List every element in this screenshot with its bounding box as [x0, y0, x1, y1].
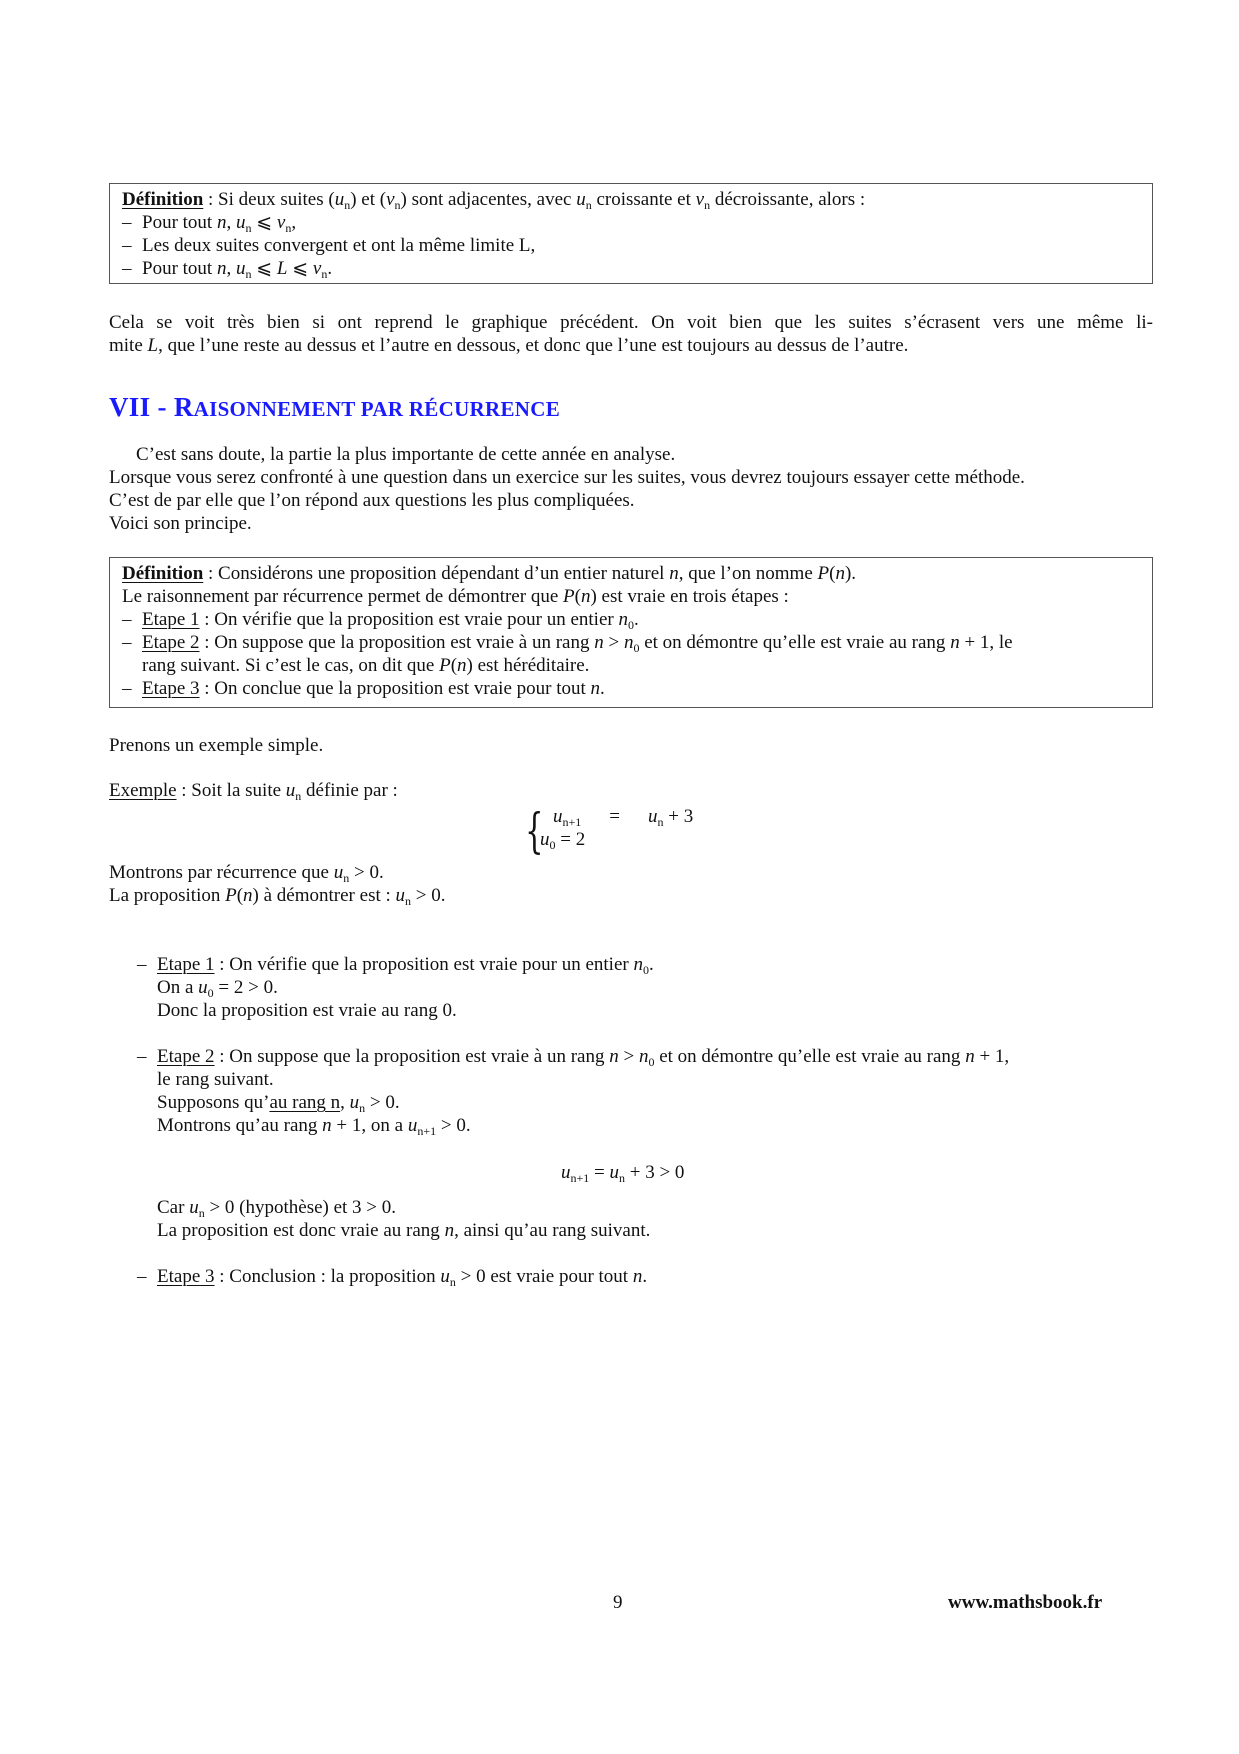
proof-step-1-line-3: Donc la proposition est vraie au rang 0. — [157, 1000, 457, 1021]
proof-justification: Car un > 0 (hypothèse) et 3 > 0. — [157, 1197, 397, 1220]
definition-item-2: – Les deux suites convergent et ont la mê… — [122, 235, 536, 256]
paragraph-graph-explanation: Cela se voit très bien si ont reprend le… — [109, 312, 1153, 356]
proof-heredity-conclusion: La proposition est donc vraie au rang n,… — [157, 1220, 651, 1241]
definition-step-1: – Etape 1 : On vérifie que la proposition… — [122, 609, 639, 632]
document-page: Définition : Si deux suites (un) et (vn)… — [0, 0, 1239, 1754]
example-statement: Exemple : Soit la suite un définie par : — [109, 780, 398, 803]
proof-step-3: – Etape 3 : Conclusion : la proposition u… — [137, 1266, 648, 1289]
proposition-statement: La proposition P(n) à démontrer est : un… — [109, 885, 446, 908]
proof-step-2-line-3: Supposons qu’au rang n, un > 0. — [157, 1092, 400, 1115]
definition-label: Définition — [122, 189, 204, 210]
definition-intro: Définition : Si deux suites (un) et (vn)… — [122, 189, 866, 212]
system-row-1: un+1 = un + 3 — [553, 806, 694, 829]
page-number: 9 — [613, 1592, 623, 1613]
definition-box-adjacent-sequences: Définition : Si deux suites (un) et (vn)… — [109, 183, 1153, 284]
definition-box-induction: Définition : Considérons une proposition… — [109, 557, 1153, 708]
definition-item-1: – Pour tout n, un ⩽ vn, — [122, 212, 297, 235]
proof-step-2-line-2: le rang suivant. — [157, 1069, 274, 1090]
example-label: Exemple — [109, 780, 177, 801]
website-link[interactable]: www.mathsbook.fr — [948, 1591, 1102, 1614]
example-lead: Prenons un exemple simple. — [109, 735, 324, 756]
induction-goal: Montrons par récurrence que un > 0. — [109, 862, 384, 885]
section-heading: VII - RAISONNEMENT PAR RÉCURRENCE — [109, 392, 561, 422]
proof-step-1: – Etape 1 : On vérifie que la proposition… — [137, 954, 654, 977]
proof-step-1-line-2: On a u0 = 2 > 0. — [157, 977, 278, 1000]
proof-step-2-line-4: Montrons qu’au rang n + 1, on a un+1 > 0… — [157, 1115, 471, 1138]
section-intro: C’est sans doute, la partie la plus impo… — [109, 444, 1025, 534]
proof-step-2: – Etape 2 : On suppose que la proposition… — [137, 1046, 1010, 1069]
definition-label: Définition — [122, 563, 204, 584]
proof-equation: un+1 = un + 3 > 0 — [561, 1162, 685, 1185]
definition-step-2: – Etape 2 : On suppose que la proposition… — [122, 632, 1013, 655]
definition-item-3: – Pour tout n, un ⩽ L ⩽ vn. — [122, 258, 333, 281]
system-row-2: u0 = 2 — [540, 829, 586, 852]
definition-step-3: – Etape 3 : On conclue que la proposition… — [122, 678, 605, 699]
